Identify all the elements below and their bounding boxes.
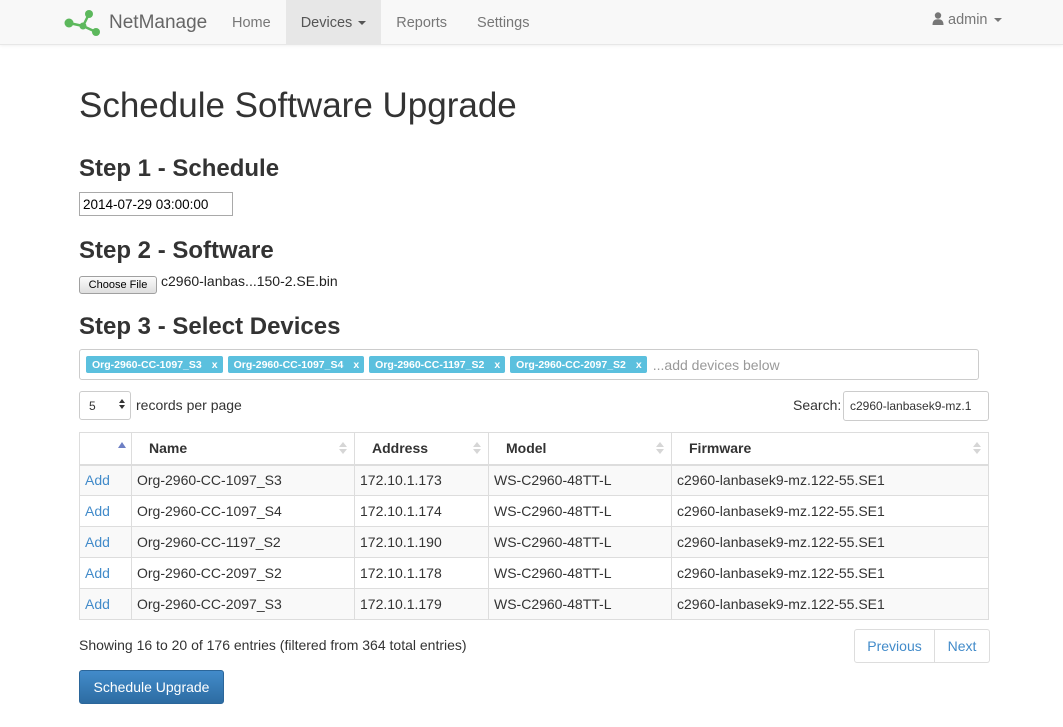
- tags-placeholder: ...add devices below: [652, 356, 780, 373]
- device-firmware: c2960-lanbasek9-mz.122-55.SE1: [671, 464, 989, 496]
- nav-devices-label: Devices: [300, 14, 353, 31]
- search-input[interactable]: [843, 391, 989, 421]
- column-header-name[interactable]: Name: [131, 432, 355, 466]
- step1-title: Step 1 - Schedule: [79, 155, 280, 182]
- device-tags-input[interactable]: Org-2960-CC-1097_S3 x Org-2960-CC-1097_S4…: [79, 349, 979, 380]
- caret-down-icon: [358, 20, 367, 25]
- user-icon: [932, 11, 948, 29]
- navbar: NetManage Home Devices Reports Settings …: [0, 0, 1063, 45]
- step2-title: Step 2 - Software: [79, 237, 274, 264]
- page-title: Schedule Software Upgrade: [79, 86, 517, 125]
- table-row: Add Org-2960-CC-1097_S4 172.10.1.174 WS-…: [79, 495, 989, 527]
- column-header-action[interactable]: [79, 432, 132, 466]
- schedule-datetime-input[interactable]: [79, 192, 233, 216]
- nav-home-label: Home: [232, 14, 271, 31]
- device-tag: Org-2960-CC-1197_S2 x: [369, 356, 506, 373]
- next-page-button[interactable]: Next: [935, 629, 990, 663]
- device-address: 172.10.1.178: [354, 557, 489, 589]
- nav-home[interactable]: Home: [217, 0, 286, 45]
- device-tag-label: Org-2960-CC-1097_S4: [233, 358, 344, 371]
- stepper-arrows-icon: [119, 399, 125, 409]
- nav-reports[interactable]: Reports: [381, 0, 462, 45]
- caret-down-icon: [993, 18, 1002, 22]
- previous-page-button[interactable]: Previous: [854, 629, 935, 663]
- device-firmware: c2960-lanbasek9-mz.122-55.SE1: [671, 588, 989, 620]
- device-model: WS-C2960-48TT-L: [488, 464, 672, 496]
- table-header-row: Name Address Model Firmware: [79, 432, 989, 466]
- user-name: admin: [948, 12, 988, 28]
- column-header-address[interactable]: Address: [354, 432, 489, 466]
- sort-icon: [473, 442, 481, 454]
- device-name: Org-2960-CC-1097_S3: [131, 464, 355, 496]
- table-info: Showing 16 to 20 of 176 entries (filtere…: [79, 637, 467, 653]
- column-header-model[interactable]: Model: [488, 432, 672, 466]
- column-header-model-label: Model: [506, 440, 547, 457]
- add-device-link[interactable]: Add: [79, 557, 132, 589]
- device-model: WS-C2960-48TT-L: [488, 495, 672, 527]
- choose-file-button[interactable]: Choose File: [79, 276, 157, 294]
- device-model: WS-C2960-48TT-L: [488, 557, 672, 589]
- main-nav: Home Devices Reports Settings: [217, 0, 544, 45]
- table-row: Add Org-2960-CC-1197_S2 172.10.1.190 WS-…: [79, 526, 989, 558]
- column-header-address-label: Address: [372, 440, 429, 457]
- device-name: Org-2960-CC-1197_S2: [131, 526, 355, 558]
- device-tag-label: Org-2960-CC-1197_S2: [375, 358, 485, 371]
- step3-title: Step 3 - Select Devices: [79, 313, 341, 340]
- selected-file-name: c2960-lanbas...150-2.SE.bin: [161, 273, 338, 289]
- device-model: WS-C2960-48TT-L: [488, 588, 672, 620]
- records-per-page-label: records per page: [136, 397, 242, 413]
- add-device-link[interactable]: Add: [79, 495, 132, 527]
- records-per-page-value: 5: [89, 398, 96, 413]
- sort-icon: [973, 442, 981, 454]
- nav-settings-label: Settings: [477, 14, 530, 31]
- device-model: WS-C2960-48TT-L: [488, 526, 672, 558]
- user-menu[interactable]: admin: [932, 0, 1002, 40]
- devices-table: Name Address Model Firmware Add Org-2960…: [79, 432, 989, 620]
- column-header-name-label: Name: [149, 440, 188, 457]
- device-firmware: c2960-lanbasek9-mz.122-55.SE1: [671, 557, 989, 589]
- search-label: Search:: [793, 397, 842, 413]
- brand-name: NetManage: [109, 12, 208, 33]
- nav-devices[interactable]: Devices: [285, 0, 382, 45]
- table-row: Add Org-2960-CC-2097_S2 172.10.1.178 WS-…: [79, 557, 989, 589]
- column-header-firmware-label: Firmware: [689, 440, 752, 457]
- device-address: 172.10.1.190: [354, 526, 489, 558]
- device-address: 172.10.1.179: [354, 588, 489, 620]
- device-tag-label: Org-2960-CC-1097_S3: [92, 358, 202, 371]
- add-device-link[interactable]: Add: [79, 526, 132, 558]
- tag-remove-button[interactable]: x: [353, 359, 359, 371]
- pagination: Previous Next: [854, 629, 990, 663]
- device-name: Org-2960-CC-2097_S2: [131, 557, 355, 589]
- sort-icon: [339, 442, 347, 454]
- nav-settings[interactable]: Settings: [462, 0, 544, 45]
- tag-remove-button[interactable]: x: [212, 359, 218, 371]
- tag-remove-button[interactable]: x: [636, 359, 642, 371]
- nav-reports-label: Reports: [396, 14, 448, 31]
- device-tag: Org-2960-CC-1097_S3 x: [86, 356, 223, 373]
- table-row: Add Org-2960-CC-2097_S3 172.10.1.179 WS-…: [79, 588, 989, 620]
- device-tag-label: Org-2960-CC-2097_S2: [516, 358, 626, 371]
- tag-remove-button[interactable]: x: [494, 359, 500, 371]
- add-device-link[interactable]: Add: [79, 588, 132, 620]
- schedule-upgrade-button[interactable]: Schedule Upgrade: [79, 670, 224, 704]
- records-per-page-select[interactable]: 5: [79, 391, 131, 420]
- device-name: Org-2960-CC-2097_S3: [131, 588, 355, 620]
- device-address: 172.10.1.174: [354, 495, 489, 527]
- column-header-firmware[interactable]: Firmware: [671, 432, 989, 466]
- sort-icon: [656, 442, 664, 454]
- device-name: Org-2960-CC-1097_S4: [131, 495, 355, 527]
- device-address: 172.10.1.173: [354, 464, 489, 496]
- sort-asc-icon: [118, 442, 126, 448]
- device-tag: Org-2960-CC-2097_S2 x: [510, 356, 647, 373]
- device-tag: Org-2960-CC-1097_S4 x: [227, 356, 365, 373]
- device-firmware: c2960-lanbasek9-mz.122-55.SE1: [671, 526, 989, 558]
- add-device-link[interactable]: Add: [79, 464, 132, 496]
- device-firmware: c2960-lanbasek9-mz.122-55.SE1: [671, 495, 989, 527]
- network-logo-icon: [63, 8, 101, 38]
- table-row: Add Org-2960-CC-1097_S3 172.10.1.173 WS-…: [79, 464, 989, 496]
- brand[interactable]: NetManage: [63, 8, 207, 38]
